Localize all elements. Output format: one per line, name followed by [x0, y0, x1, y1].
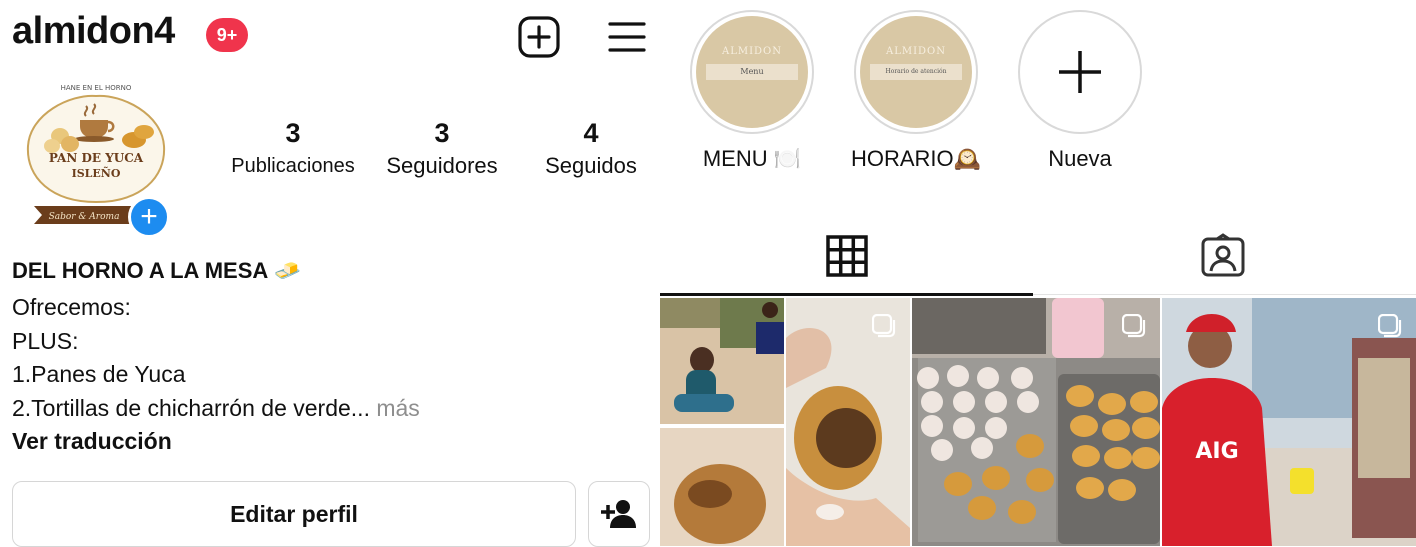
stat-label: Seguidores [386, 153, 498, 178]
highlight-label: MENU 🍽️ [702, 146, 802, 171]
bio-line: PLUS: [12, 328, 79, 354]
hamburger-menu-icon [608, 22, 646, 52]
avatar-title-line1: PAN DE YUCA [49, 151, 144, 165]
tab-posts-grid[interactable] [660, 228, 1033, 284]
highlight-label: HORARIO🕰️ [850, 146, 982, 171]
profile-username[interactable]: almidon4 [12, 10, 175, 53]
avatar-title-line2: ISLEÑO [72, 166, 121, 180]
bio-line-text: 2.Tortillas de chicharrón de verde... [12, 395, 370, 421]
add-story-button[interactable]: + [128, 196, 170, 238]
avatar-top-text: HANE EN EL HORNO [61, 84, 132, 92]
highlight-cover-text: Menu [706, 64, 798, 80]
tab-tagged[interactable] [1036, 228, 1410, 284]
grid-post-1[interactable] [660, 298, 784, 546]
carousel-icon [1378, 314, 1402, 338]
bio-line: 1.Panes de Yuca [12, 361, 186, 387]
grid-icon [825, 235, 868, 277]
highlight-cover: ALMIDON Menu [696, 16, 808, 128]
plus-square-icon [518, 16, 560, 58]
active-tab-indicator [660, 293, 1033, 296]
carousel-icon [1122, 314, 1146, 338]
highlight-brand: ALMIDON [721, 46, 783, 57]
highlight-menu[interactable]: ALMIDON Menu [690, 10, 814, 134]
bio-name: DEL HORNO A LA MESA 🧈 [12, 258, 301, 284]
svg-text:AIG: AIG [1195, 439, 1238, 464]
butter-emoji-icon: 🧈 [273, 258, 301, 283]
stat-value: 4 [583, 118, 599, 148]
plus-icon: + [140, 200, 158, 233]
notification-badge[interactable]: 9+ [206, 18, 248, 52]
edit-profile-button[interactable]: Editar perfil [12, 481, 576, 547]
stat-label: Publicaciones [231, 155, 355, 177]
post-image [660, 298, 784, 546]
grid-post-4[interactable]: AIG [1162, 298, 1416, 546]
highlight-brand: ALMIDON [885, 46, 947, 57]
stat-seguidores[interactable]: 3 Seguidores [376, 118, 508, 179]
create-post-button[interactable] [516, 14, 562, 60]
menu-button[interactable] [604, 14, 650, 60]
grid-post-2[interactable] [786, 298, 910, 546]
add-person-icon [601, 500, 636, 528]
grid-post-3[interactable] [912, 298, 1160, 546]
plus-icon [1059, 51, 1101, 93]
stat-publicaciones[interactable]: 3 Publicaciones [226, 118, 360, 178]
highlight-label: Nueva [1048, 146, 1112, 171]
stat-label: Seguidos [545, 153, 637, 178]
stat-value: 3 [434, 118, 450, 148]
bio-name-text: DEL HORNO A LA MESA [12, 258, 268, 283]
stat-value: 3 [285, 118, 301, 148]
highlight-cover-text: Horario de atención [870, 64, 962, 80]
bio-line: Ofrecemos: [12, 294, 131, 320]
bio-more-link[interactable]: más [376, 395, 419, 421]
stat-seguidos[interactable]: 4 Seguidos [532, 118, 650, 179]
avatar-ribbon-text: Sabor & Aroma [49, 212, 120, 222]
discover-people-button[interactable] [588, 481, 650, 547]
bio-line: 2.Tortillas de chicharrón de verde... má… [12, 395, 420, 422]
tagged-person-icon [1201, 233, 1245, 277]
carousel-icon [872, 314, 896, 338]
highlight-horario[interactable]: ALMIDON Horario de atención [854, 10, 978, 134]
new-highlight-button[interactable] [1018, 10, 1142, 134]
see-translation-link[interactable]: Ver traducción [12, 428, 172, 455]
highlight-cover: ALMIDON Horario de atención [860, 16, 972, 128]
